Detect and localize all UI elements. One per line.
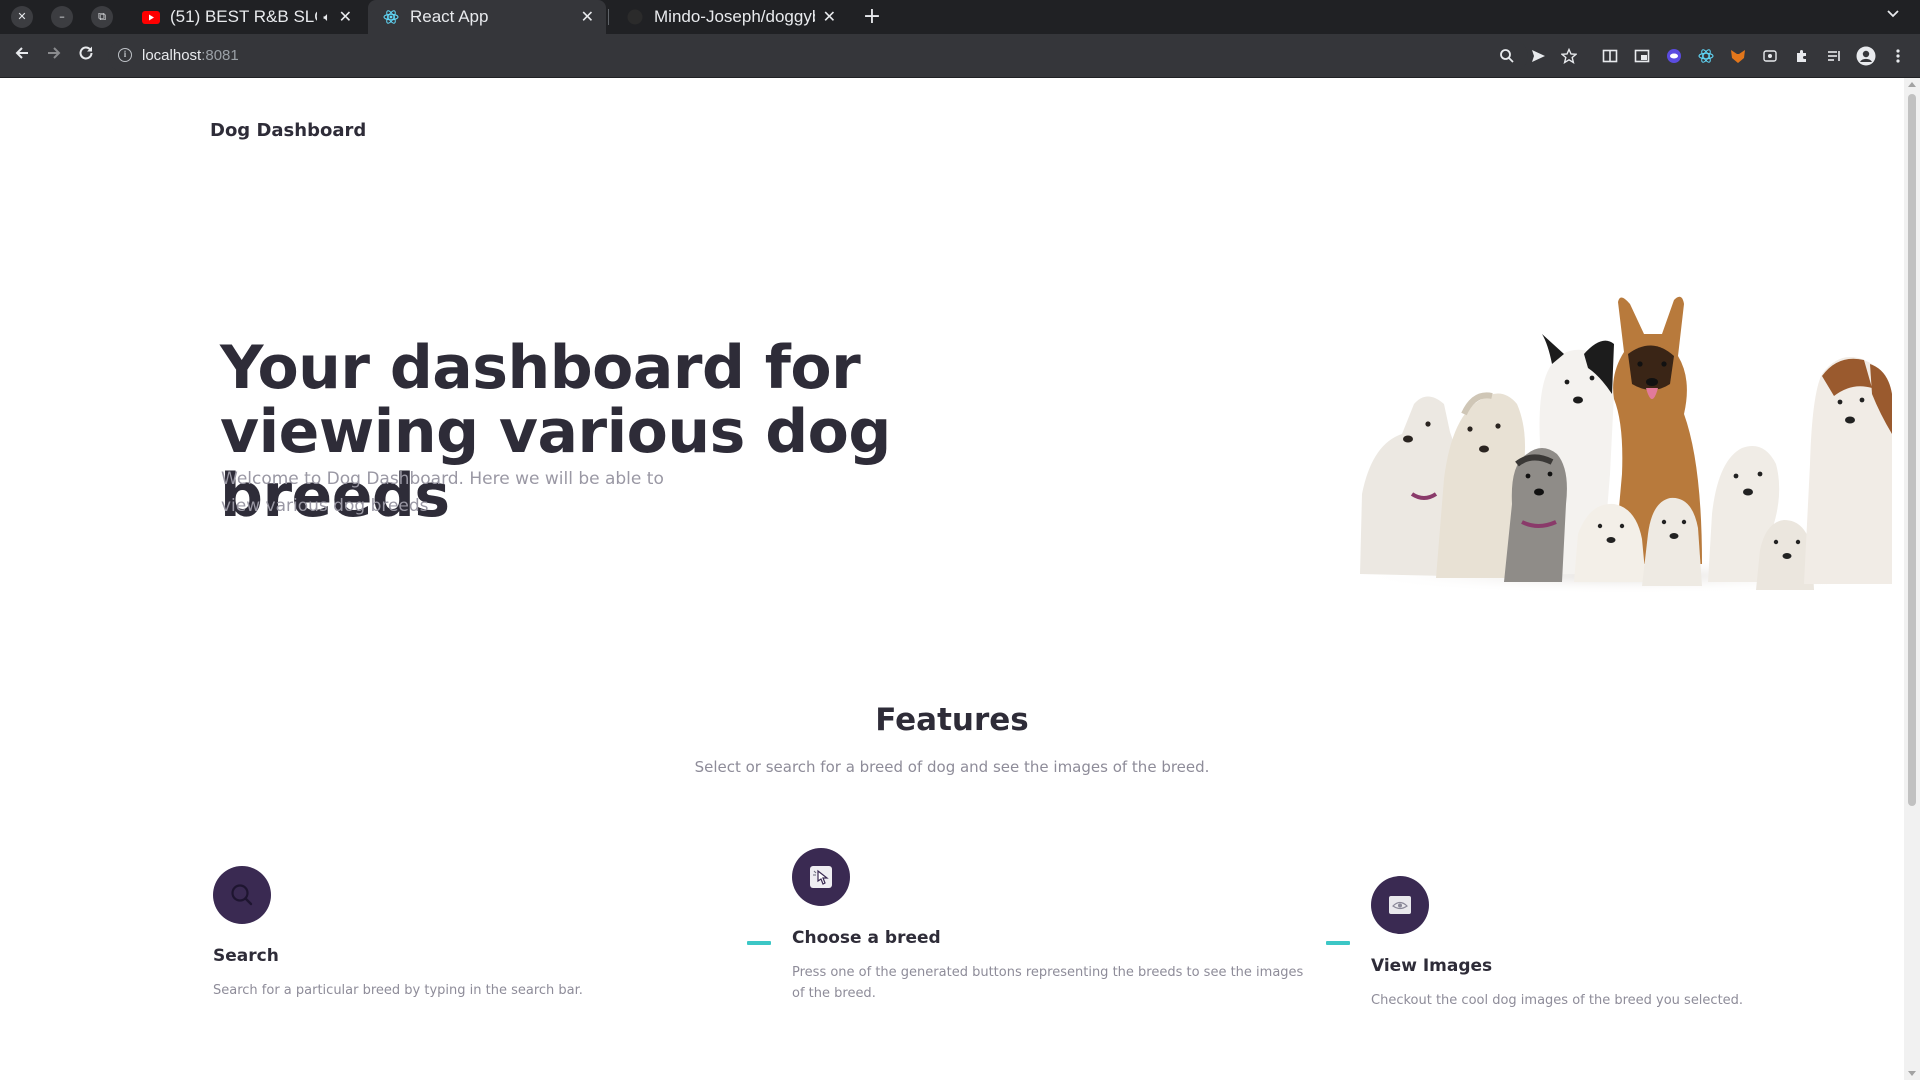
react-icon: [382, 8, 400, 26]
site-info-icon[interactable]: i: [118, 48, 132, 62]
profile-avatar-icon[interactable]: [1855, 45, 1877, 67]
scroll-up-arrow-icon[interactable]: [1908, 82, 1916, 87]
feature-search: Search Search for a particular breed by …: [213, 866, 773, 1001]
tab-title: (51) BEST R&B SLOW: [170, 7, 317, 26]
url-host: localhost: [142, 47, 202, 64]
react-devtools-icon[interactable]: [1695, 45, 1717, 67]
metamask-fox-icon[interactable]: [1727, 45, 1749, 67]
tab-github[interactable]: Mindo-Joseph/doggyb ✕: [612, 0, 848, 34]
search-icon: [213, 866, 271, 924]
github-icon: [626, 8, 644, 26]
back-arrow-icon[interactable]: [10, 44, 34, 68]
picture-in-picture-icon[interactable]: [1631, 45, 1653, 67]
tab-search-chevron-icon[interactable]: [1886, 6, 1900, 24]
tab-title: React App: [410, 7, 489, 26]
zoom-icon[interactable]: [1496, 45, 1518, 67]
tab-close-icon[interactable]: ✕: [339, 7, 352, 27]
tab-bar: ✕ – ⧉ (51) BEST R&B SLOW 🔈︎ ✕ React App …: [0, 0, 1920, 34]
scrollbar-thumb[interactable]: [1908, 94, 1916, 806]
tab-close-icon[interactable]: ✕: [581, 7, 594, 27]
dogs-group-image: [1352, 296, 1892, 594]
connector-dash: [1326, 941, 1350, 945]
feature-text: Search for a particular breed by typing …: [213, 983, 583, 998]
feature-title: View Images: [1371, 956, 1493, 976]
window-close-icon[interactable]: ✕: [11, 6, 33, 28]
browser-toolbar: i localhost:8081: [0, 34, 1920, 78]
extension-purple-icon[interactable]: [1663, 45, 1685, 67]
feature-text: Press one of the generated buttons repre…: [792, 965, 1304, 1001]
image-icon: [1371, 876, 1429, 934]
youtube-icon: [142, 8, 160, 26]
feature-title: Choose a breed: [792, 928, 941, 948]
new-tab-button[interactable]: +: [858, 3, 886, 31]
feature-choose-breed: Choose a breed Press one of the generate…: [792, 848, 1312, 1004]
url-port: :8081: [201, 47, 239, 64]
page-content: Dog Dashboard Your dashboard for viewing…: [0, 78, 1920, 1080]
hero-subtitle: Welcome to Dog Dashboard. Here we will b…: [221, 469, 664, 516]
speaker-icon[interactable]: 🔈︎: [323, 10, 330, 25]
tab-separator: [608, 9, 609, 25]
window-restore-icon[interactable]: ⧉: [91, 6, 113, 28]
address-bar[interactable]: i localhost:8081: [108, 40, 1528, 72]
page-scrollbar[interactable]: [1904, 78, 1920, 1080]
tab-youtube[interactable]: (51) BEST R&B SLOW 🔈︎ ✕: [128, 0, 364, 34]
extension-box-icon[interactable]: [1759, 45, 1781, 67]
features-subtitle: Select or search for a breed of dog and …: [694, 758, 1210, 776]
brand-logo-text[interactable]: Dog Dashboard: [210, 120, 366, 141]
feature-title: Search: [213, 946, 279, 966]
reload-icon[interactable]: [74, 44, 98, 68]
split-view-icon[interactable]: [1599, 45, 1621, 67]
tab-react-app[interactable]: React App ✕: [368, 0, 606, 34]
send-icon[interactable]: [1527, 45, 1549, 67]
url-text[interactable]: localhost:8081: [142, 47, 239, 64]
forward-arrow-icon[interactable]: [42, 44, 66, 68]
features-title: Features: [875, 702, 1029, 738]
extensions-puzzle-icon[interactable]: [1791, 45, 1813, 67]
menu-kebab-icon[interactable]: [1887, 45, 1909, 67]
tab-title: Mindo-Joseph/doggyb: [654, 7, 815, 26]
window-minimize-icon[interactable]: –: [51, 6, 73, 28]
feature-text: Checkout the cool dog images of the bree…: [1371, 993, 1744, 1008]
scroll-down-arrow-icon[interactable]: [1908, 1071, 1916, 1076]
tab-close-icon[interactable]: ✕: [823, 7, 836, 27]
reading-list-icon[interactable]: [1823, 45, 1845, 67]
bookmark-star-icon[interactable]: [1558, 45, 1580, 67]
pointer-icon: [792, 848, 850, 906]
feature-view-images: View Images Checkout the cool dog images…: [1371, 876, 1920, 1011]
connector-dash: [747, 941, 771, 945]
